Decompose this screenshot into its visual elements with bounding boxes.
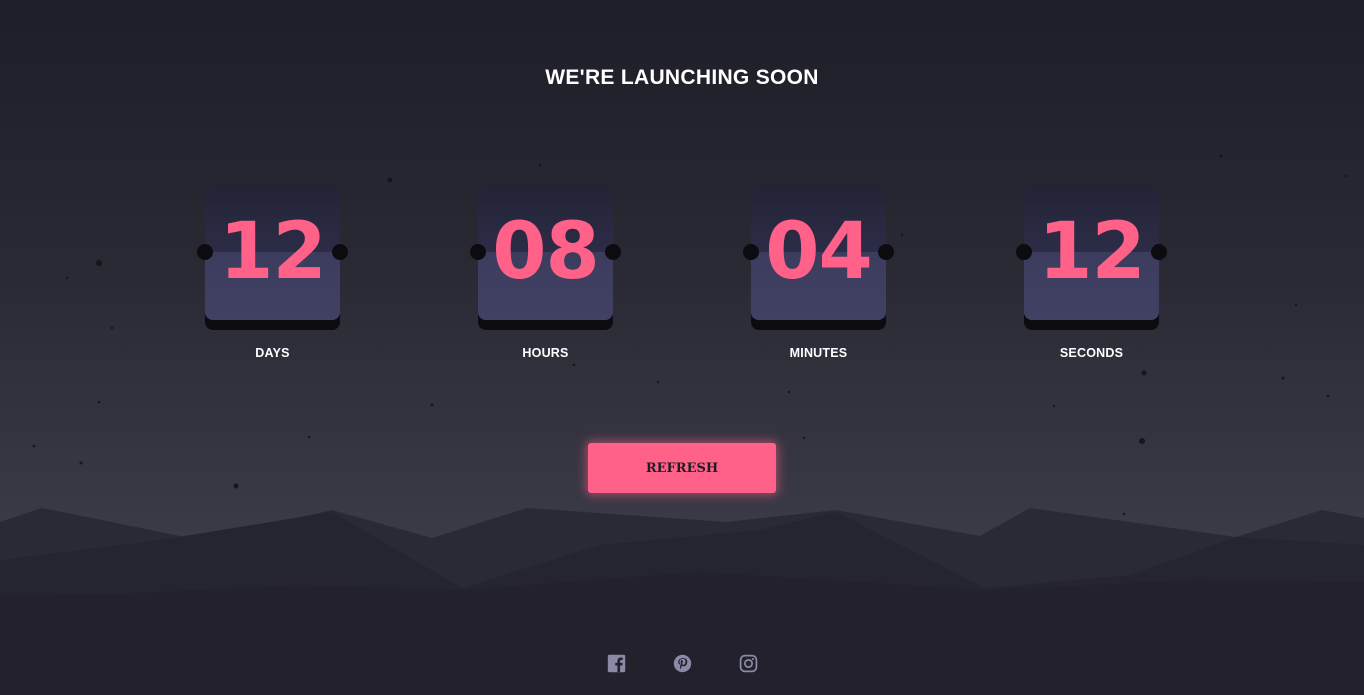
flip-card: 04 [743, 185, 894, 330]
flip-card: 12 [1016, 185, 1167, 330]
minutes-label: MINUTES [789, 346, 848, 360]
instagram-icon [739, 654, 757, 672]
hours-value: 08 [492, 207, 600, 297]
countdown-minutes: 04 MINUTES [743, 185, 894, 360]
flip-card: 12 [197, 185, 348, 330]
days-label: DAYS [255, 346, 290, 360]
countdown-hours: 08 HOURS [470, 185, 621, 360]
facebook-link[interactable] [605, 652, 627, 674]
seconds-label: SECONDS [1059, 346, 1124, 360]
facebook-icon [607, 654, 625, 672]
flip-card: 08 [470, 185, 621, 330]
refresh-button[interactable]: REFRESH [588, 443, 776, 493]
page-title: WE'RE LAUNCHING SOON [545, 66, 819, 89]
pinterest-link[interactable] [671, 652, 693, 674]
minutes-value: 04 [765, 207, 873, 297]
countdown-seconds: 12 SECONDS [1016, 185, 1167, 360]
hours-label: HOURS [522, 346, 569, 360]
seconds-value: 12 [1038, 207, 1146, 297]
countdown-days: 12 DAYS [197, 185, 348, 360]
instagram-link[interactable] [737, 652, 759, 674]
pinterest-icon [673, 654, 691, 672]
days-value: 12 [219, 207, 327, 297]
